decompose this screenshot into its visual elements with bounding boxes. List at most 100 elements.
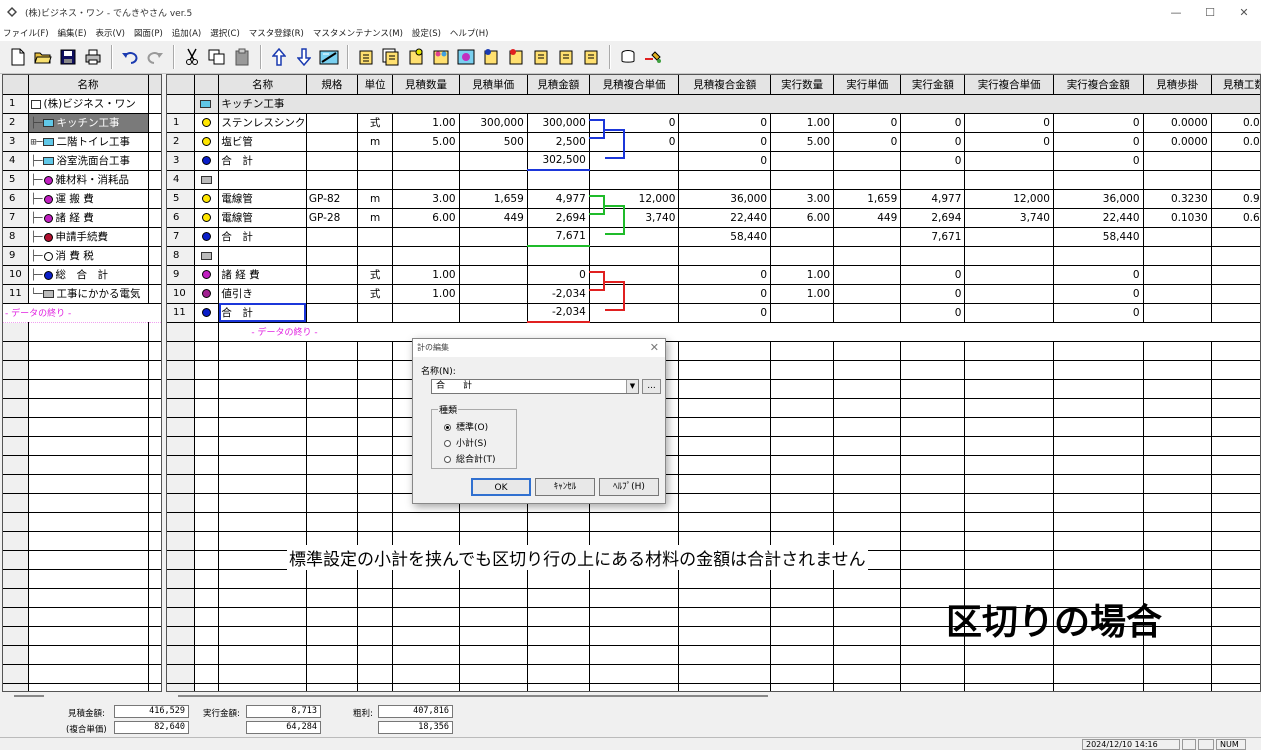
grid-cell-qty[interactable]: [392, 151, 460, 171]
grid-cell-eamount[interactable]: 0: [900, 284, 966, 304]
grid-cell-eamount[interactable]: 7,671: [900, 227, 966, 247]
grid-cell-ecunit[interactable]: [964, 303, 1054, 323]
save-button[interactable]: [56, 46, 79, 69]
item-button-6[interactable]: [479, 46, 502, 69]
tree-row[interactable]: 6 ├─ 運 搬 費: [3, 189, 161, 209]
grid-cell-hours[interactable]: [1211, 170, 1260, 190]
grid-cell-qty[interactable]: 1.00: [392, 284, 460, 304]
grid-cell-ecunit[interactable]: [964, 284, 1054, 304]
tree-row[interactable]: 3 ⊞─ 二階トイレ工事: [3, 132, 161, 152]
close-button[interactable]: ✕: [1227, 0, 1261, 24]
grid-cell-price[interactable]: [459, 246, 528, 266]
grid-cell-eamount[interactable]: 2,694: [900, 208, 966, 228]
grid-header-cell[interactable]: 見積工数: [1211, 75, 1260, 95]
grid-cell-rate[interactable]: [1143, 303, 1212, 323]
menu-settings[interactable]: 設定(S): [412, 27, 441, 39]
grid-cell-cunit[interactable]: [589, 151, 680, 171]
tree-node[interactable]: ├─ 浴室洗面台工事: [28, 151, 149, 171]
tree-node[interactable]: ⊞─ 二階トイレ工事: [28, 132, 149, 152]
item-button-1[interactable]: [354, 46, 377, 69]
grid-cell-name[interactable]: 諸 経 費: [218, 265, 307, 285]
grid-cell-qty[interactable]: [392, 170, 460, 190]
menu-add[interactable]: 追加(A): [172, 27, 201, 39]
tree-node[interactable]: ├─ 雑材料・消耗品: [28, 170, 149, 190]
grid-cell-spec[interactable]: [306, 246, 358, 266]
grid-row[interactable]: 7 合 計 7,671 58,440 7,671 58,440: [167, 227, 1260, 247]
grid-cell-spec[interactable]: [306, 227, 358, 247]
item-button-10[interactable]: [579, 46, 602, 69]
tree-node[interactable]: ├─ 運 搬 費: [28, 189, 149, 209]
grid-cell-rate[interactable]: [1143, 227, 1212, 247]
ok-button[interactable]: OK: [471, 478, 531, 496]
grid-cell-ecamount[interactable]: 36,000: [1053, 189, 1144, 209]
grid-cell-qty[interactable]: 5.00: [392, 132, 460, 152]
tools-button[interactable]: [641, 46, 664, 69]
grid-cell-eamount[interactable]: 0: [900, 265, 966, 285]
grid-cell-qty[interactable]: 1.00: [392, 113, 460, 133]
radio-standard-indicator[interactable]: [444, 424, 451, 431]
grid-header-cell[interactable]: 見積金額: [527, 75, 590, 95]
tree-row[interactable]: 7 ├─ 諸 経 費: [3, 208, 161, 228]
grid-cell-eprice[interactable]: [833, 284, 902, 304]
grid-cell-name[interactable]: 合 計: [218, 303, 307, 323]
tree-row[interactable]: 8 ├─ 申請手続費: [3, 227, 161, 247]
grid-cell-unit[interactable]: [357, 151, 394, 171]
name-combobox[interactable]: 合 計 ▼: [431, 379, 639, 394]
grid-cell-eprice[interactable]: 1,659: [833, 189, 902, 209]
grid-cell-hours[interactable]: [1211, 303, 1260, 323]
grid-cell-price[interactable]: [459, 303, 528, 323]
grid-cell-amount[interactable]: -2,034: [527, 303, 590, 323]
drawing-button[interactable]: [317, 46, 340, 69]
tree-node[interactable]: ├─ 消 費 税: [28, 246, 149, 266]
grid-cell-eamount[interactable]: 0: [900, 303, 966, 323]
grid-cell-amount[interactable]: 4,977: [527, 189, 590, 209]
help-button[interactable]: ﾍﾙﾌﾟ(H): [599, 478, 659, 496]
grid-cell-name[interactable]: 塩ビ管: [218, 132, 307, 152]
radio-subtotal-indicator[interactable]: [444, 440, 451, 447]
grid-cell-price[interactable]: [459, 151, 528, 171]
grid-cell-amount[interactable]: 2,500: [527, 132, 590, 152]
grid-header-cell[interactable]: 実行単価: [833, 75, 902, 95]
tree-node[interactable]: └─ 工事にかかる電気: [28, 284, 149, 304]
grid-cell-cunit[interactable]: [589, 303, 680, 323]
grid-cell-name[interactable]: 合 計: [218, 151, 307, 171]
grid-cell-unit[interactable]: m: [357, 132, 394, 152]
grid-cell-eqty[interactable]: 3.00: [770, 189, 835, 209]
grid-header-cell[interactable]: 単位: [357, 75, 394, 95]
item-button-4[interactable]: [429, 46, 452, 69]
grid-cell-unit[interactable]: m: [357, 208, 394, 228]
item-button-5[interactable]: [454, 46, 477, 69]
section-row[interactable]: キッチン工事: [167, 94, 1260, 114]
grid-cell-eprice[interactable]: [833, 227, 902, 247]
grid-cell-amount[interactable]: 7,671: [527, 227, 590, 247]
grid-cell-eqty[interactable]: [770, 303, 835, 323]
grid-cell-qty[interactable]: [392, 303, 460, 323]
grid-cell-unit[interactable]: 式: [357, 284, 394, 304]
grid-header-cell[interactable]: 実行金額: [900, 75, 966, 95]
grid-cell-spec[interactable]: [306, 303, 358, 323]
grid-cell-amount[interactable]: 2,694: [527, 208, 590, 228]
grid-cell-eqty[interactable]: 1.00: [770, 284, 835, 304]
grid-cell-eqty[interactable]: 6.00: [770, 208, 835, 228]
item-button-7[interactable]: [504, 46, 527, 69]
grid-cell-rate[interactable]: [1143, 151, 1212, 171]
grid-row[interactable]: 6 電線管 GP-28 m 6.00 449 2,694 3,740 22,440 6.00 449…: [167, 208, 1260, 228]
grid-cell-eprice[interactable]: 449: [833, 208, 902, 228]
grid-hscroll[interactable]: [166, 692, 1261, 701]
grid-cell-price[interactable]: 300,000: [459, 113, 528, 133]
grid-cell-rate[interactable]: 0.3230: [1143, 189, 1212, 209]
menu-select[interactable]: 選択(C): [210, 27, 240, 39]
grid-cell-spec[interactable]: [306, 151, 358, 171]
grid-cell-hours[interactable]: 0.969: [1211, 189, 1260, 209]
grid-cell-name[interactable]: 電線管: [218, 208, 307, 228]
grid-cell-eprice[interactable]: [833, 246, 902, 266]
new-file-button[interactable]: [6, 46, 29, 69]
grid-cell-price[interactable]: 449: [459, 208, 528, 228]
grid-cell-qty[interactable]: [392, 227, 460, 247]
tree-node[interactable]: ├─ 諸 経 費: [28, 208, 149, 228]
grid-cell-name[interactable]: [218, 246, 307, 266]
grid-cell-eqty[interactable]: 5.00: [770, 132, 835, 152]
grid-cell-name[interactable]: [218, 170, 307, 190]
minimize-button[interactable]: —: [1159, 0, 1193, 24]
grid-cell-name[interactable]: ステンレスシンク: [218, 113, 307, 133]
